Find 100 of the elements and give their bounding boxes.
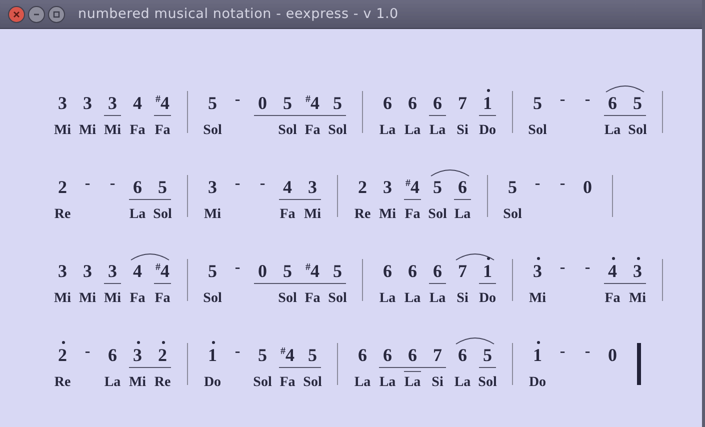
solfege-syllable: Do bbox=[478, 291, 496, 307]
note-number: 5 bbox=[283, 95, 292, 112]
note-number: 5 bbox=[533, 95, 542, 112]
solfege-syllable: La bbox=[429, 291, 446, 307]
dash-mark: - bbox=[234, 342, 240, 362]
note-number: 3 bbox=[83, 263, 92, 280]
note-number: 5 bbox=[208, 263, 217, 280]
solfege-syllable: Sol bbox=[528, 123, 547, 139]
beam-line bbox=[104, 115, 121, 116]
beam-line bbox=[279, 367, 321, 368]
solfege-syllable: Re bbox=[54, 375, 71, 391]
note-number: 2 bbox=[358, 179, 367, 196]
minimize-icon[interactable] bbox=[28, 6, 45, 22]
note-number: 7 bbox=[433, 347, 442, 364]
solfege-syllable: Mi bbox=[104, 123, 122, 139]
note-number: 3 bbox=[308, 179, 317, 196]
dash-mark: - bbox=[260, 174, 266, 194]
solfege-syllable: La bbox=[404, 123, 421, 139]
slur-arc bbox=[456, 252, 494, 260]
octave-dot bbox=[612, 257, 614, 260]
note-number: 6 bbox=[133, 179, 142, 196]
solfege-syllable: Sol bbox=[253, 375, 272, 391]
dash-mark: - bbox=[234, 174, 240, 194]
solfege-syllable: Mi bbox=[378, 207, 396, 223]
note-number: 7 bbox=[458, 95, 467, 112]
note-number: 6 bbox=[358, 347, 367, 364]
solfege-syllable: Fa bbox=[130, 123, 146, 139]
note-number: 5 bbox=[483, 347, 492, 364]
solfege-syllable: Sol bbox=[503, 207, 522, 223]
note-number: 6 bbox=[433, 95, 442, 112]
note-number: 0 bbox=[258, 95, 267, 112]
solfege-syllable: Sol bbox=[203, 291, 222, 307]
note-number: 6 bbox=[458, 179, 467, 196]
solfege-syllable: Sol bbox=[478, 375, 497, 391]
dash-mark: - bbox=[584, 90, 590, 110]
solfege-syllable: Fa bbox=[154, 291, 170, 307]
beam-line bbox=[479, 367, 496, 368]
note-number: 5 bbox=[633, 95, 642, 112]
note-number: 3 bbox=[108, 263, 117, 280]
beam-line bbox=[404, 199, 421, 200]
note-number: 1 bbox=[208, 347, 217, 364]
note-number: 6 bbox=[408, 263, 417, 280]
note-number: 5 bbox=[433, 179, 442, 196]
note-number: 5 bbox=[208, 95, 217, 112]
note-number: $^{#}$4 bbox=[306, 95, 320, 112]
note-number: 5 bbox=[283, 263, 292, 280]
beam-line bbox=[154, 283, 171, 284]
solfege-syllable: Fa bbox=[304, 123, 320, 139]
solfege-syllable: Mi bbox=[204, 207, 222, 223]
solfege-syllable: Do bbox=[204, 375, 222, 391]
note-number: 3 bbox=[533, 263, 542, 280]
solfege-syllable: Fa bbox=[154, 123, 170, 139]
note-number: 2 bbox=[158, 347, 167, 364]
note-number: 6 bbox=[383, 263, 392, 280]
solfege-syllable: La bbox=[379, 375, 396, 391]
solfege-syllable: Mi bbox=[54, 291, 72, 307]
dash-mark: - bbox=[560, 174, 566, 194]
dash-mark: - bbox=[234, 90, 240, 110]
octave-dot bbox=[62, 341, 64, 344]
dash-mark: - bbox=[234, 258, 240, 278]
note-number: 6 bbox=[433, 263, 442, 280]
close-icon[interactable] bbox=[8, 6, 25, 22]
note-number: $^{#}$4 bbox=[406, 179, 420, 196]
slur-arc bbox=[456, 336, 494, 344]
solfege-syllable: La bbox=[454, 207, 471, 223]
note-number: 2 bbox=[58, 179, 67, 196]
note-number: 6 bbox=[383, 95, 392, 112]
note-number: 3 bbox=[633, 263, 642, 280]
note-number: 5 bbox=[333, 263, 342, 280]
solfege-syllable: Sol bbox=[278, 123, 297, 139]
note-number: 1 bbox=[533, 347, 542, 364]
note-number: 6 bbox=[458, 347, 467, 364]
note-number: $^{#}$4 bbox=[280, 347, 294, 364]
note-number: 3 bbox=[58, 95, 67, 112]
octave-dot bbox=[486, 89, 490, 92]
note-number: 3 bbox=[133, 347, 142, 364]
solfege-syllable: Re bbox=[354, 207, 371, 223]
solfege-syllable: La bbox=[104, 375, 121, 391]
note-number: 2 bbox=[58, 347, 67, 364]
dash-mark: - bbox=[560, 258, 566, 278]
maximize-icon[interactable] bbox=[48, 6, 65, 22]
note-number: 4 bbox=[133, 95, 142, 112]
note-number: 1 bbox=[483, 95, 492, 112]
note-number: 0 bbox=[608, 347, 617, 364]
solfege-syllable: Fa bbox=[280, 207, 296, 223]
solfege-syllable: Fa bbox=[604, 291, 620, 307]
dash-mark: - bbox=[584, 342, 590, 362]
beam-line bbox=[604, 283, 646, 284]
note-number: 5 bbox=[258, 347, 267, 364]
solfege-syllable: La bbox=[429, 123, 446, 139]
solfege-syllable: Mi bbox=[528, 291, 546, 307]
dash-mark: - bbox=[560, 90, 566, 110]
octave-dot bbox=[162, 341, 164, 344]
beam-line bbox=[379, 367, 446, 368]
note-number: 6 bbox=[108, 347, 117, 364]
solfege-syllable: Mi bbox=[54, 123, 72, 139]
beam-line bbox=[279, 199, 321, 200]
solfege-syllable: La bbox=[404, 291, 421, 307]
note-number: 5 bbox=[333, 95, 342, 112]
solfege-syllable: Do bbox=[478, 123, 496, 139]
